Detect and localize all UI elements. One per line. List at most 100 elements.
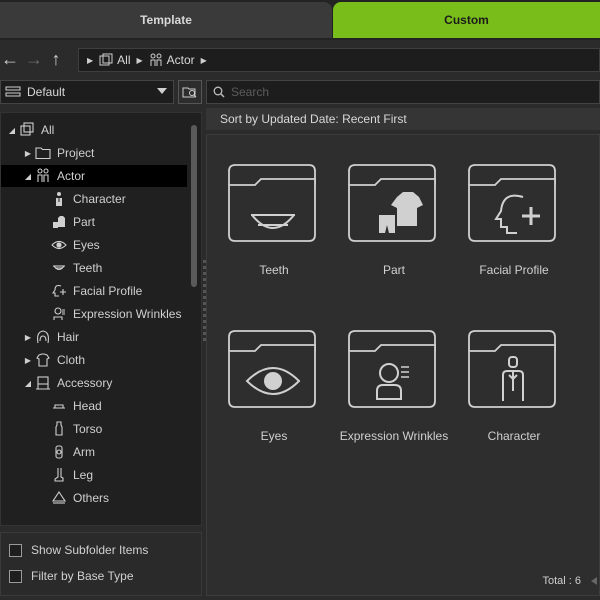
others-icon bbox=[49, 490, 69, 506]
tab-template[interactable]: Template bbox=[0, 2, 332, 38]
all-icon bbox=[17, 122, 37, 138]
search-box bbox=[206, 80, 600, 104]
tree-item-eyes[interactable]: Eyes bbox=[1, 234, 187, 256]
folder-search-icon bbox=[182, 87, 197, 98]
total-count: Total : 6 bbox=[542, 575, 581, 587]
tree-item-hair[interactable]: ▶ Hair bbox=[1, 326, 187, 348]
breadcrumb-root-arrow-icon[interactable]: ▶ bbox=[87, 56, 93, 65]
wrinkles-icon bbox=[49, 306, 69, 322]
cloth-icon bbox=[33, 352, 53, 368]
actor-icon bbox=[150, 53, 162, 66]
accessory-icon bbox=[33, 375, 53, 391]
filter-base-type-label: Filter by Base Type bbox=[31, 569, 134, 583]
tree-item-label: Cloth bbox=[57, 353, 86, 367]
all-icon bbox=[99, 53, 113, 66]
tree-item-torso[interactable]: Torso bbox=[1, 418, 187, 440]
tab-custom[interactable]: Custom bbox=[333, 2, 600, 38]
tree-item-leg[interactable]: Leg bbox=[1, 464, 187, 486]
tree-item-label: All bbox=[41, 123, 55, 137]
forward-arrow-icon[interactable]: → bbox=[24, 48, 44, 70]
expand-arrow-icon[interactable]: ▶ bbox=[23, 149, 33, 158]
tree-item-arm[interactable]: Arm bbox=[1, 441, 187, 463]
tree-item-label: Accessory bbox=[57, 376, 113, 390]
breadcrumb-item-actor[interactable]: Actor bbox=[149, 53, 195, 67]
preset-list-icon bbox=[5, 86, 21, 97]
tree-item-label: Character bbox=[73, 192, 126, 206]
asset-item-expression-wrinkles[interactable]: Expression Wrinkles bbox=[339, 329, 449, 449]
tree-item-label: Project bbox=[57, 146, 95, 160]
show-subfolder-option[interactable]: Show Subfolder Items bbox=[9, 543, 148, 557]
facial-profile-icon bbox=[49, 283, 69, 299]
tree-item-cloth[interactable]: ▶ Cloth bbox=[1, 349, 187, 371]
tree-item-others[interactable]: Others bbox=[1, 487, 187, 509]
tree-item-teeth[interactable]: Teeth bbox=[1, 257, 187, 279]
breadcrumb-next-arrow-icon[interactable]: ▶ bbox=[201, 56, 207, 65]
filter-base-type-checkbox[interactable] bbox=[9, 569, 22, 583]
library-tabs: Template Custom bbox=[0, 0, 600, 40]
search-icon bbox=[213, 86, 225, 98]
collapse-arrow-icon[interactable]: ◢ bbox=[23, 172, 33, 181]
tree-item-actor[interactable]: ◢ Actor bbox=[1, 165, 187, 187]
asset-item-eyes[interactable]: Eyes bbox=[219, 329, 329, 449]
content-grid: Total : 6 Teeth Part Facial Profile Eyes Exp… bbox=[206, 134, 600, 596]
asset-item-character[interactable]: Character bbox=[459, 329, 569, 449]
breadcrumb-item-all[interactable]: All bbox=[99, 53, 131, 67]
character-icon bbox=[49, 191, 69, 207]
tree-item-facial-profile[interactable]: Facial Profile bbox=[1, 280, 187, 302]
collapse-arrow-icon[interactable]: ◢ bbox=[7, 126, 17, 135]
tree-item-label: Others bbox=[73, 491, 110, 505]
actor-icon bbox=[33, 168, 53, 184]
breadcrumb-label: All bbox=[117, 53, 131, 67]
asset-item-teeth[interactable]: Teeth bbox=[219, 163, 329, 283]
collapse-arrow-icon[interactable]: ◢ bbox=[23, 379, 33, 388]
tree-item-label: Torso bbox=[73, 422, 103, 436]
tree-item-label: Facial Profile bbox=[73, 284, 143, 298]
tree-item-part[interactable]: Part bbox=[1, 211, 187, 233]
expand-arrow-icon[interactable]: ▶ bbox=[23, 333, 33, 342]
tree-item-label: Expression Wrinkles bbox=[73, 307, 182, 321]
expand-arrow-icon[interactable]: ▶ bbox=[23, 356, 33, 365]
navigation-bar: ← → ↑ ▶ All ▶ Actor ▶ bbox=[0, 44, 600, 76]
tree-item-label: Teeth bbox=[73, 261, 103, 275]
find-folder-button[interactable] bbox=[178, 80, 202, 104]
preset-dropdown[interactable]: Default bbox=[0, 80, 174, 104]
folder-icon bbox=[33, 145, 53, 161]
tree-item-character[interactable]: Character bbox=[1, 188, 187, 210]
show-subfolder-label: Show Subfolder Items bbox=[31, 543, 149, 557]
chevron-down-icon bbox=[157, 88, 167, 94]
sort-label: Sort by Updated Date: Recent First bbox=[220, 112, 407, 126]
preset-value: Default bbox=[27, 85, 66, 99]
tree-item-all[interactable]: ◢ All bbox=[1, 119, 187, 141]
leg-icon bbox=[49, 467, 69, 483]
category-tree: ◢ All ▶ Project ◢ Actor Character Part Eyes Teeth… bbox=[0, 112, 202, 526]
tree-scrollbar[interactable] bbox=[191, 125, 197, 287]
tree-item-expression-wrinkles[interactable]: Expression Wrinkles bbox=[1, 303, 187, 325]
tree-item-head[interactable]: Head bbox=[1, 395, 187, 417]
filter-base-type-option[interactable]: Filter by Base Type bbox=[9, 569, 134, 583]
tree-item-label: Part bbox=[73, 215, 96, 229]
breadcrumb-separator-icon[interactable]: ▶ bbox=[137, 56, 143, 65]
teeth-icon bbox=[49, 260, 69, 276]
tree-item-label: Arm bbox=[73, 445, 95, 459]
tree-item-accessory[interactable]: ◢ Accessory bbox=[1, 372, 187, 394]
tree-item-label: Head bbox=[73, 399, 102, 413]
show-subfolder-checkbox[interactable] bbox=[9, 543, 22, 557]
eye-icon bbox=[49, 237, 69, 253]
breadcrumb-label: Actor bbox=[166, 53, 195, 67]
filter-options: Show Subfolder Items Filter by Base Type bbox=[0, 532, 202, 596]
asset-item-facial-profile[interactable]: Facial Profile bbox=[459, 163, 569, 283]
scroll-left-icon[interactable] bbox=[591, 577, 597, 585]
tree-item-label: Actor bbox=[57, 169, 86, 183]
sort-dropdown[interactable]: Sort by Updated Date: Recent First bbox=[206, 108, 600, 130]
head-icon bbox=[49, 398, 69, 414]
part-icon bbox=[49, 214, 69, 230]
search-input[interactable] bbox=[231, 85, 571, 99]
hair-icon bbox=[33, 329, 53, 345]
tree-item-project[interactable]: ▶ Project bbox=[1, 142, 187, 164]
torso-icon bbox=[49, 421, 69, 437]
up-arrow-icon[interactable]: ↑ bbox=[46, 48, 66, 70]
asset-item-label: Facial Profile bbox=[479, 263, 549, 277]
back-arrow-icon[interactable]: ← bbox=[0, 48, 20, 70]
asset-item-label: Character bbox=[487, 429, 541, 443]
asset-item-part[interactable]: Part bbox=[339, 163, 449, 283]
